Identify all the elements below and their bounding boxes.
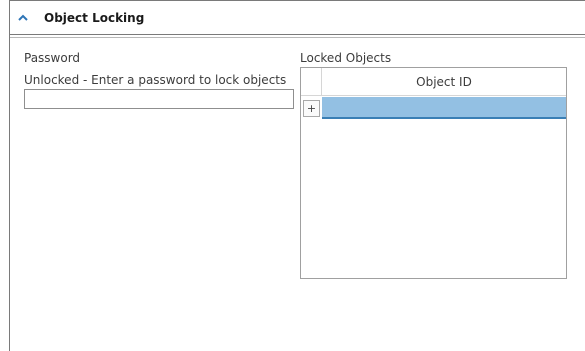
object-id-cell[interactable] — [322, 97, 566, 119]
password-input[interactable] — [24, 89, 294, 109]
row-header-corner — [301, 68, 322, 96]
section-header[interactable]: Object Locking — [10, 1, 585, 38]
column-header-object-id[interactable]: Object ID — [322, 68, 566, 96]
grid-header: Object ID — [301, 68, 566, 96]
add-row-button[interactable]: + — [303, 100, 320, 117]
table-row[interactable]: + — [301, 97, 566, 119]
chevron-up-icon[interactable] — [16, 11, 30, 25]
object-locking-panel: Object Locking Password Unlocked - Enter… — [9, 0, 585, 351]
locked-objects-grid[interactable]: Object ID + — [300, 67, 567, 279]
password-status-text: Unlocked - Enter a password to lock obje… — [24, 73, 287, 87]
section-title: Object Locking — [44, 11, 145, 25]
password-label: Password — [24, 51, 81, 65]
locked-objects-label: Locked Objects — [300, 51, 392, 65]
